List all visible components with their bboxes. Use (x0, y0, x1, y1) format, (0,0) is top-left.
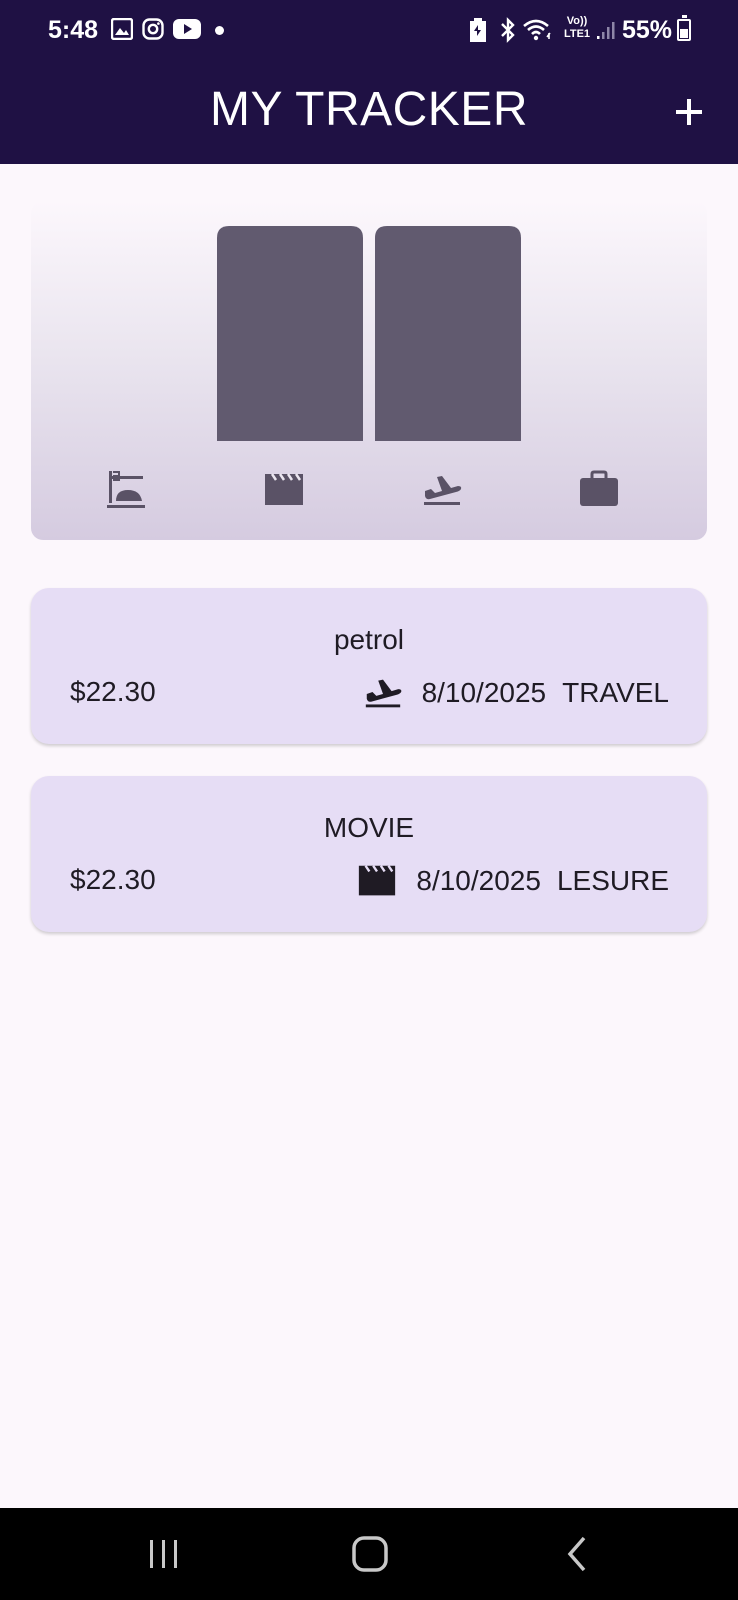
chart-plot (217, 226, 521, 441)
instagram-icon (142, 18, 164, 40)
expense-title: petrol (333, 624, 405, 655)
status-bar: 5:48 Vo)) LTE1 55% (0, 0, 738, 60)
status-time: 5:48 (48, 16, 99, 44)
signal-icon (597, 22, 615, 39)
expense-meta: 8/10/2025 TRAVEL (362, 672, 669, 714)
briefcase-icon (580, 470, 618, 506)
home-icon[interactable] (350, 1534, 390, 1574)
system-nav-bar (0, 1508, 738, 1600)
wifi-icon (523, 19, 551, 41)
expense-amount: $22.30 (70, 676, 156, 707)
flight-takeoff-icon (424, 476, 462, 505)
expense-chart (31, 201, 707, 540)
expense-item[interactable]: MOVIE $22.30 8/10/2025 LESURE (31, 776, 707, 932)
expense-date: 8/10/2025 (421, 677, 547, 708)
chart-bar-leisure (217, 226, 363, 441)
back-icon[interactable] (558, 1534, 598, 1574)
battery-percentage: 55% (622, 16, 673, 44)
network-label-top: Vo)) (566, 15, 588, 27)
expense-amount: $22.30 (70, 864, 156, 895)
expense-item[interactable]: petrol $22.30 8/10/2025 TRAVEL (31, 588, 707, 744)
app-bar: MY TRACKER (0, 60, 738, 164)
expense-title: MOVIE (323, 812, 415, 843)
battery-icon (677, 15, 691, 41)
chart-bar-travel (375, 226, 521, 441)
add-expense-button[interactable] (668, 88, 716, 136)
expense-category: LESURE (556, 865, 669, 896)
flight-takeoff-icon (365, 679, 401, 708)
gallery-icon (111, 18, 133, 40)
youtube-icon (173, 19, 201, 39)
dinner-icon (107, 471, 145, 508)
expense-category: TRAVEL (562, 677, 669, 708)
battery-saver-icon (470, 18, 486, 42)
expense-meta: 8/10/2025 LESURE (356, 860, 669, 902)
movie-clapper-icon (359, 865, 396, 896)
recent-apps-icon[interactable] (144, 1534, 184, 1574)
network-label-bottom: LTE1 (563, 28, 591, 40)
notification-dot (215, 26, 224, 35)
movie-clapper-icon (265, 473, 303, 505)
page-title: MY TRACKER (210, 83, 528, 136)
volte-lte-icon: Vo)) LTE1 (560, 15, 594, 41)
expense-date: 8/10/2025 (416, 865, 541, 896)
bluetooth-icon (501, 17, 515, 43)
